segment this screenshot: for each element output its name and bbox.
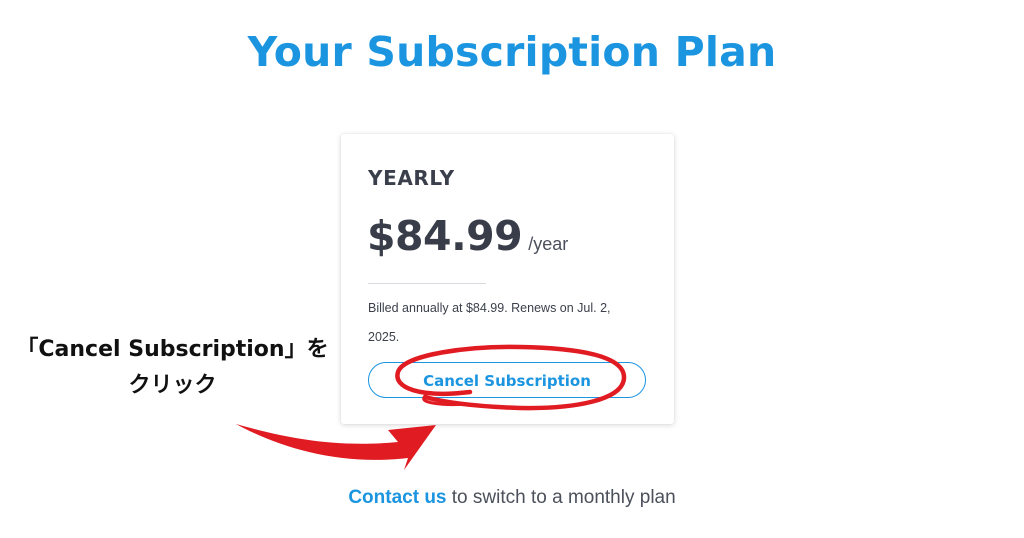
arrow-icon <box>236 424 436 470</box>
plan-name: YEARLY <box>368 166 455 190</box>
cancel-subscription-button[interactable]: Cancel Subscription <box>368 362 646 398</box>
annotation-callout: 「Cancel Subscription」を クリック <box>0 332 345 404</box>
subscription-page: Your Subscription Plan YEARLY $84.99/yea… <box>0 0 1024 538</box>
footer-line: Contact us to switch to a monthly plan <box>0 487 1024 509</box>
contact-us-link[interactable]: Contact us <box>348 487 446 508</box>
price-row: $84.99/year <box>367 212 568 260</box>
annotation-line-2: クリック <box>128 373 217 398</box>
page-title: Your Subscription Plan <box>247 28 777 76</box>
price-amount: $84.99 <box>367 212 523 260</box>
footer-text: to switch to a monthly plan <box>446 487 676 508</box>
annotation-line-1: 「Cancel Subscription」を <box>16 337 329 362</box>
billing-note: Billed annually at $84.99. Renews on Jul… <box>368 301 611 344</box>
plan-card: YEARLY $84.99/year Billed annually at $8… <box>341 134 674 424</box>
price-period: /year <box>528 234 569 254</box>
divider <box>368 283 486 284</box>
